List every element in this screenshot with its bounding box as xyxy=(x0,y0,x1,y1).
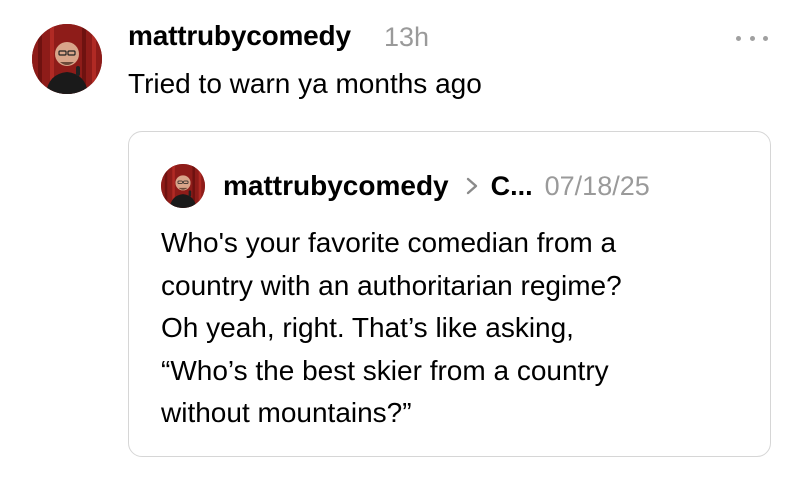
username[interactable]: mattrubycomedy xyxy=(128,20,351,52)
quoted-post-card[interactable]: mattrubycomedy C... 07/18/25 Who's your … xyxy=(128,131,771,457)
avatar-image xyxy=(161,164,205,208)
quote-line: Oh yeah, right. That’s like asking, xyxy=(161,312,574,343)
quote-text: Who's your favorite comedian from a coun… xyxy=(161,222,751,435)
avatar[interactable] xyxy=(161,164,205,208)
dot xyxy=(763,35,768,41)
quote-header: mattrubycomedy C... 07/18/25 xyxy=(223,170,650,202)
chevron-right-icon xyxy=(461,175,483,197)
quote-line: without mountains?” xyxy=(161,397,412,428)
quote-line: Who's your favorite comedian from a xyxy=(161,227,617,258)
quote-line: country with an authoritarian regime? xyxy=(161,269,622,301)
quote-date[interactable]: 07/18/25 xyxy=(545,171,650,202)
avatar-image xyxy=(32,24,102,94)
dot xyxy=(736,35,741,41)
quote-context[interactable]: C... xyxy=(491,171,533,202)
quote-line: “Who’s the best skier from a country xyxy=(161,354,609,386)
more-horizontal-icon[interactable] xyxy=(736,33,768,43)
avatar[interactable] xyxy=(32,24,102,94)
timestamp[interactable]: 13h xyxy=(384,22,429,53)
quote-username[interactable]: mattrubycomedy xyxy=(223,170,449,202)
dot xyxy=(749,35,755,41)
post-text: Tried to warn ya months ago xyxy=(128,68,482,99)
